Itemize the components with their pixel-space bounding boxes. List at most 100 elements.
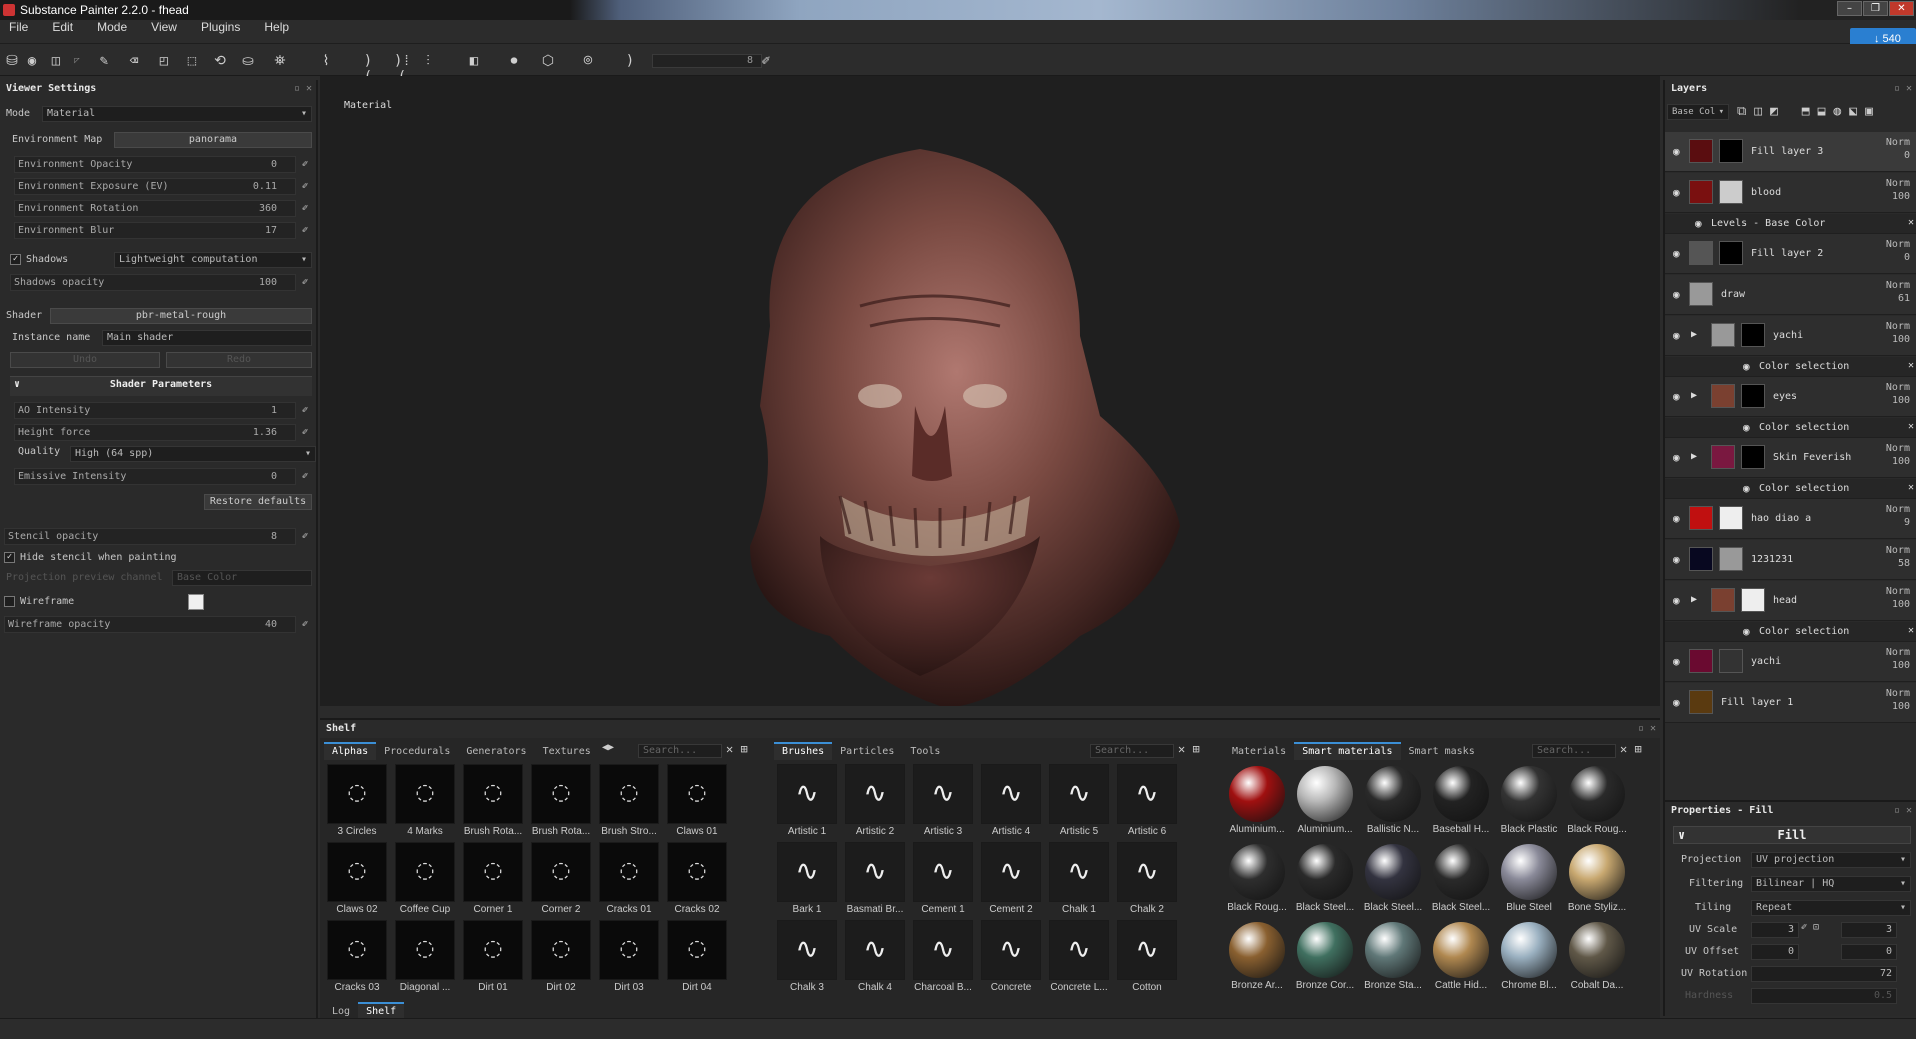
eye-icon[interactable]: ◉ — [1673, 248, 1685, 260]
alpha-item[interactable]: ◌ Brush Stro... — [596, 764, 662, 840]
material-item[interactable]: Aluminium... — [1224, 764, 1290, 840]
folder-toggle-icon[interactable]: ▶ — [1691, 390, 1697, 401]
alpha-item[interactable]: ◌ Dirt 03 — [596, 920, 662, 996]
projection-icon[interactable]: ◰ — [156, 53, 172, 69]
smudge-icon[interactable]: ⟲ — [212, 53, 228, 69]
layer-thumbnail[interactable] — [1689, 690, 1713, 714]
close-icon[interactable]: ✕ — [1908, 482, 1914, 493]
alpha-item[interactable]: ◌ Coffee Cup — [392, 842, 458, 918]
blend-mode[interactable]: Norm — [1886, 586, 1910, 597]
brush-item[interactable]: ∿ Chalk 3 — [774, 920, 840, 996]
layer-blend-opacity[interactable]: Norm 100 — [1886, 585, 1910, 611]
wireframe-color-swatch[interactable] — [188, 594, 204, 610]
close-icon[interactable]: ✕ — [1908, 625, 1914, 636]
camera-cube-icon[interactable]: ◧ — [466, 53, 482, 69]
layer-blend-opacity[interactable]: Norm 100 — [1886, 687, 1910, 713]
layer-effect-row[interactable]: ◉ Color selection ✕ — [1665, 479, 1916, 499]
tab-procedurals[interactable]: Procedurals — [376, 744, 458, 760]
material-item[interactable]: Black Steel... — [1428, 842, 1494, 918]
blend-mode[interactable]: Norm — [1886, 178, 1910, 189]
blend-mode[interactable]: Norm — [1886, 321, 1910, 332]
eye-icon[interactable]: ◉ — [1673, 595, 1685, 607]
layer-effect-row[interactable]: ◉ Color selection ✕ — [1665, 357, 1916, 377]
layer-effect-row[interactable]: ◉ Color selection ✕ — [1665, 622, 1916, 642]
layer-thumbnail[interactable] — [1711, 588, 1735, 612]
material-item[interactable]: Chrome Bl... — [1496, 920, 1562, 996]
layer-thumbnail[interactable] — [1689, 139, 1713, 163]
emissive-slider[interactable]: Emissive Intensity 0 ✐ — [14, 468, 308, 485]
clear-search-icon[interactable]: ✕ ⊞ — [726, 742, 748, 756]
blend-mode[interactable]: Norm — [1886, 504, 1910, 515]
wireframe-opacity-slider[interactable]: Wireframe opacity 40 ✐ — [4, 616, 308, 633]
clear-search-icon[interactable]: ✕ ⊞ — [1620, 742, 1642, 756]
alpha-item[interactable]: ◌ Brush Rota... — [460, 764, 526, 840]
mask-thumbnail[interactable] — [1741, 588, 1765, 612]
uv-scale-b-input[interactable]: 3 — [1841, 922, 1897, 938]
alpha-item[interactable]: ◌ Dirt 04 — [664, 920, 730, 996]
mask-thumbnail[interactable] — [1719, 649, 1743, 673]
menu-help[interactable]: Help — [255, 20, 298, 34]
tab-brushes[interactable]: Brushes — [774, 742, 833, 760]
projection-select[interactable]: UV projection — [1751, 852, 1911, 868]
brush-item[interactable]: ∿ Chalk 4 — [842, 920, 908, 996]
ao-intensity-slider[interactable]: AO Intensity 1 ✐ — [14, 402, 308, 419]
shader-select[interactable]: pbr-metal-rough — [50, 308, 312, 324]
env-rotation-slider[interactable]: Environment Rotation 360 ✐ — [14, 200, 308, 217]
tab-alphas[interactable]: Alphas — [324, 742, 377, 760]
3d-cube-icon[interactable]: ⬡ — [540, 53, 556, 69]
layer-thumbnail[interactable] — [1689, 282, 1713, 306]
edit-pen-icon[interactable]: ✐ — [297, 223, 313, 238]
layer-thumbnail[interactable] — [1689, 649, 1713, 673]
layer-blend-opacity[interactable]: Norm 9 — [1886, 503, 1910, 529]
eye-icon[interactable]: ◉ — [1673, 289, 1685, 301]
mask-thumbnail[interactable] — [1719, 180, 1743, 204]
shader-parameters-header[interactable]: ∨ Shader Parameters — [10, 376, 312, 396]
close-icon[interactable]: ✕ — [1908, 217, 1914, 228]
edit-pen-icon[interactable]: ✐ — [758, 53, 774, 69]
height-force-slider[interactable]: Height force 1.36 ✐ — [14, 424, 308, 441]
eye-icon[interactable]: ◉ — [1673, 697, 1685, 709]
redo-button[interactable]: Redo — [166, 352, 312, 368]
quality-select[interactable]: High (64 spp) — [70, 446, 316, 462]
edit-pen-icon[interactable]: ✐ — [297, 157, 313, 172]
chevron-down-icon[interactable]: ∨ — [1678, 827, 1685, 843]
maximize-button[interactable]: ❐ — [1863, 1, 1888, 16]
layer-row[interactable]: ◉ ▶ Skin Feverish Norm 100 — [1665, 438, 1916, 478]
brush-item[interactable]: ∿ Artistic 5 — [1046, 764, 1112, 840]
env-exposure-slider[interactable]: Environment Exposure (EV) 0.11 ✐ — [14, 178, 308, 195]
material-item[interactable]: Bronze Sta... — [1360, 920, 1426, 996]
mirror-icon[interactable]: )⁞( — [394, 53, 411, 85]
menu-plugins[interactable]: Plugins — [192, 20, 249, 34]
layer-blend-opacity[interactable]: Norm 100 — [1886, 381, 1910, 407]
hide-stencil-checkbox[interactable]: ✓ Hide stencil when painting — [4, 550, 177, 566]
layer-row[interactable]: ◉ blood Norm 100 — [1665, 173, 1916, 213]
layer-row[interactable]: ◉ yachi Norm 100 — [1665, 642, 1916, 682]
eye-icon[interactable]: ◉ — [1743, 361, 1755, 373]
toolbar-slider[interactable]: 8 — [652, 54, 762, 68]
layer-blend-opacity[interactable]: Norm 100 — [1886, 646, 1910, 672]
layer-effect-row[interactable]: ◉ Levels - Base Color ✕ — [1665, 214, 1916, 234]
zombie-head-model[interactable] — [320, 76, 1660, 706]
panel-controls-icon[interactable]: ▫ ✕ — [294, 80, 312, 98]
layer-blend-opacity[interactable]: Norm 100 — [1886, 177, 1910, 203]
material-item[interactable]: Black Roug... — [1564, 764, 1630, 840]
mask-thumbnail[interactable] — [1741, 323, 1765, 347]
material-item[interactable]: Bone Styliz... — [1564, 842, 1630, 918]
3d-viewport[interactable]: Material Y↳ X — [320, 76, 1660, 706]
close-icon[interactable]: ✕ — [1908, 421, 1914, 432]
brush-item[interactable]: ∿ Chalk 1 — [1046, 842, 1112, 918]
material-item[interactable]: Black Steel... — [1292, 842, 1358, 918]
blend-mode[interactable]: Norm — [1886, 137, 1910, 148]
edit-pen-icon[interactable]: ✐ — [297, 425, 313, 440]
brushes-search-input[interactable]: Search... — [1090, 744, 1174, 758]
uv-offset-a-input[interactable]: 0 — [1751, 944, 1799, 960]
blend-mode[interactable]: Norm — [1886, 545, 1910, 556]
edit-pen-icon[interactable]: ✐ — [297, 201, 313, 216]
material-item[interactable]: Bronze Ar... — [1224, 920, 1290, 996]
material-picker-icon[interactable]: ⛯ — [272, 53, 288, 69]
shadows-checkbox[interactable]: ✓ Shadows — [10, 252, 68, 268]
eye-icon[interactable]: ◉ — [1743, 483, 1755, 495]
video-camera-icon[interactable]: ⏺ — [506, 53, 522, 69]
tab-particles[interactable]: Particles — [832, 744, 902, 760]
uv-rotation-slider[interactable]: 72 — [1751, 966, 1897, 982]
